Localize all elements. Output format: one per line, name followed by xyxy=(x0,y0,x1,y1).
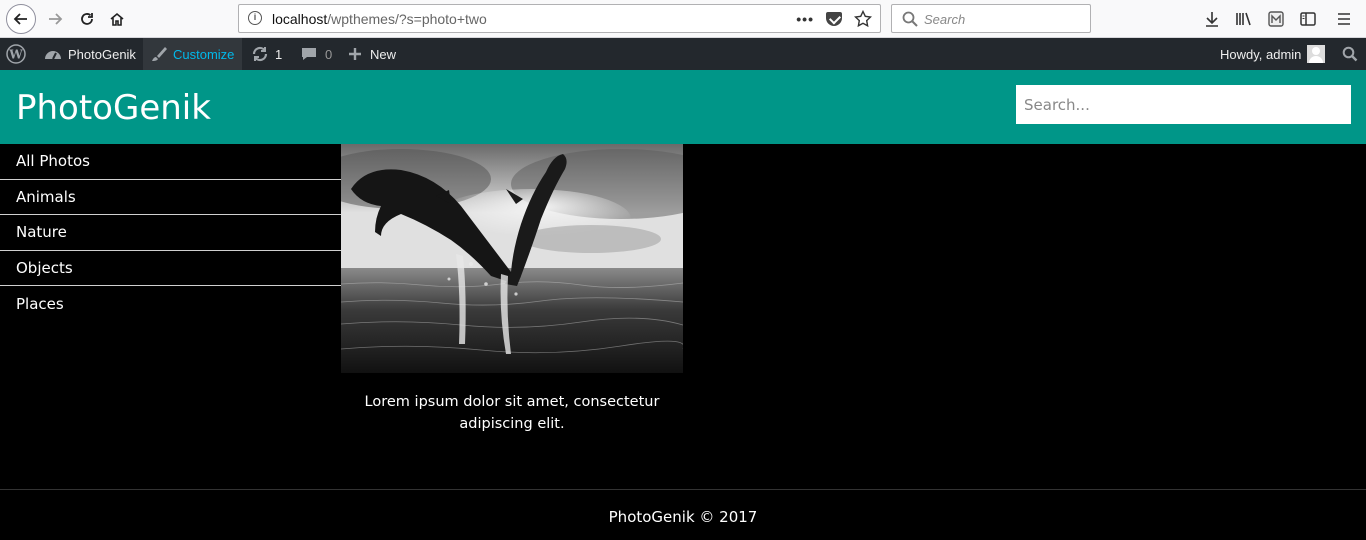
category-item-objects[interactable]: Objects xyxy=(0,251,341,286)
svg-text:W: W xyxy=(8,48,23,62)
forward-button[interactable] xyxy=(40,4,70,34)
back-button[interactable] xyxy=(6,4,36,34)
category-item-places[interactable]: Places xyxy=(0,286,341,322)
library-icon xyxy=(1236,12,1251,26)
extension-icon xyxy=(1268,11,1284,27)
sidebar-toggle-button[interactable] xyxy=(1298,9,1318,29)
category-item-all-photos[interactable]: All Photos xyxy=(0,144,341,180)
site-header: PhotoGenik xyxy=(0,70,1366,144)
more-actions-icon[interactable]: ••• xyxy=(796,11,814,27)
photo-card[interactable]: Lorem ipsum dolor sit amet, consectetur … xyxy=(341,144,683,435)
download-button[interactable] xyxy=(1202,9,1222,29)
info-icon[interactable]: i xyxy=(248,11,262,25)
admin-search-button[interactable] xyxy=(1342,38,1358,70)
updates-icon xyxy=(252,46,268,62)
site-search-input[interactable] xyxy=(1016,85,1351,124)
hamburger-menu-icon xyxy=(1338,13,1350,25)
arrow-right-icon xyxy=(49,13,63,25)
photo-caption: Lorem ipsum dolor sit amet, consectetur … xyxy=(364,394,660,432)
my-account-link[interactable]: Howdy, admin xyxy=(1220,38,1326,70)
dolphins-photo[interactable] xyxy=(341,144,683,373)
pocket-icon[interactable] xyxy=(826,12,842,26)
reload-icon xyxy=(81,13,93,25)
home-icon xyxy=(110,12,124,26)
category-menu: All Photos Animals Nature Objects Places xyxy=(0,144,341,322)
category-item-animals[interactable]: Animals xyxy=(0,180,341,215)
url-bar[interactable]: i localhost/wpthemes/?s=photo+two ••• xyxy=(238,4,881,33)
browser-toolbar: i localhost/wpthemes/?s=photo+two ••• Se… xyxy=(0,0,1366,38)
bookmark-star-icon[interactable] xyxy=(854,10,872,28)
new-content-link[interactable]: New xyxy=(348,38,396,70)
category-item-nature[interactable]: Nature xyxy=(0,215,341,251)
updates-link[interactable]: 1 xyxy=(251,38,282,70)
arrow-left-icon xyxy=(13,13,27,25)
wp-logo-button[interactable]: W xyxy=(6,38,26,70)
menu-button[interactable] xyxy=(1334,9,1354,29)
reload-button[interactable] xyxy=(72,4,102,34)
comment-icon xyxy=(302,48,316,60)
site-name-link[interactable]: PhotoGenik xyxy=(44,38,136,70)
dashboard-icon xyxy=(45,51,61,60)
library-button[interactable] xyxy=(1234,9,1254,29)
paintbrush-icon xyxy=(152,47,167,61)
wp-admin-bar: W PhotoGenik Customize 1 0 New Howdy, ad… xyxy=(0,38,1366,70)
browser-search-input[interactable]: Search xyxy=(891,4,1091,33)
sidebar-icon xyxy=(1300,12,1316,26)
site-title[interactable]: PhotoGenik xyxy=(16,88,211,128)
wordpress-icon: W xyxy=(6,44,26,64)
plus-icon xyxy=(349,48,361,60)
customize-link[interactable]: Customize xyxy=(143,38,243,70)
download-icon xyxy=(1206,12,1218,27)
avatar xyxy=(1307,45,1326,63)
search-icon xyxy=(902,11,918,27)
url-text: localhost/wpthemes/?s=photo+two xyxy=(272,11,487,27)
extension-button[interactable] xyxy=(1266,9,1286,29)
site-footer: PhotoGenik © 2017 xyxy=(0,489,1366,540)
comments-link[interactable]: 0 xyxy=(301,38,332,70)
search-icon xyxy=(1342,46,1358,62)
footer-copyright: PhotoGenik © 2017 xyxy=(608,508,758,526)
home-button[interactable] xyxy=(102,4,132,34)
